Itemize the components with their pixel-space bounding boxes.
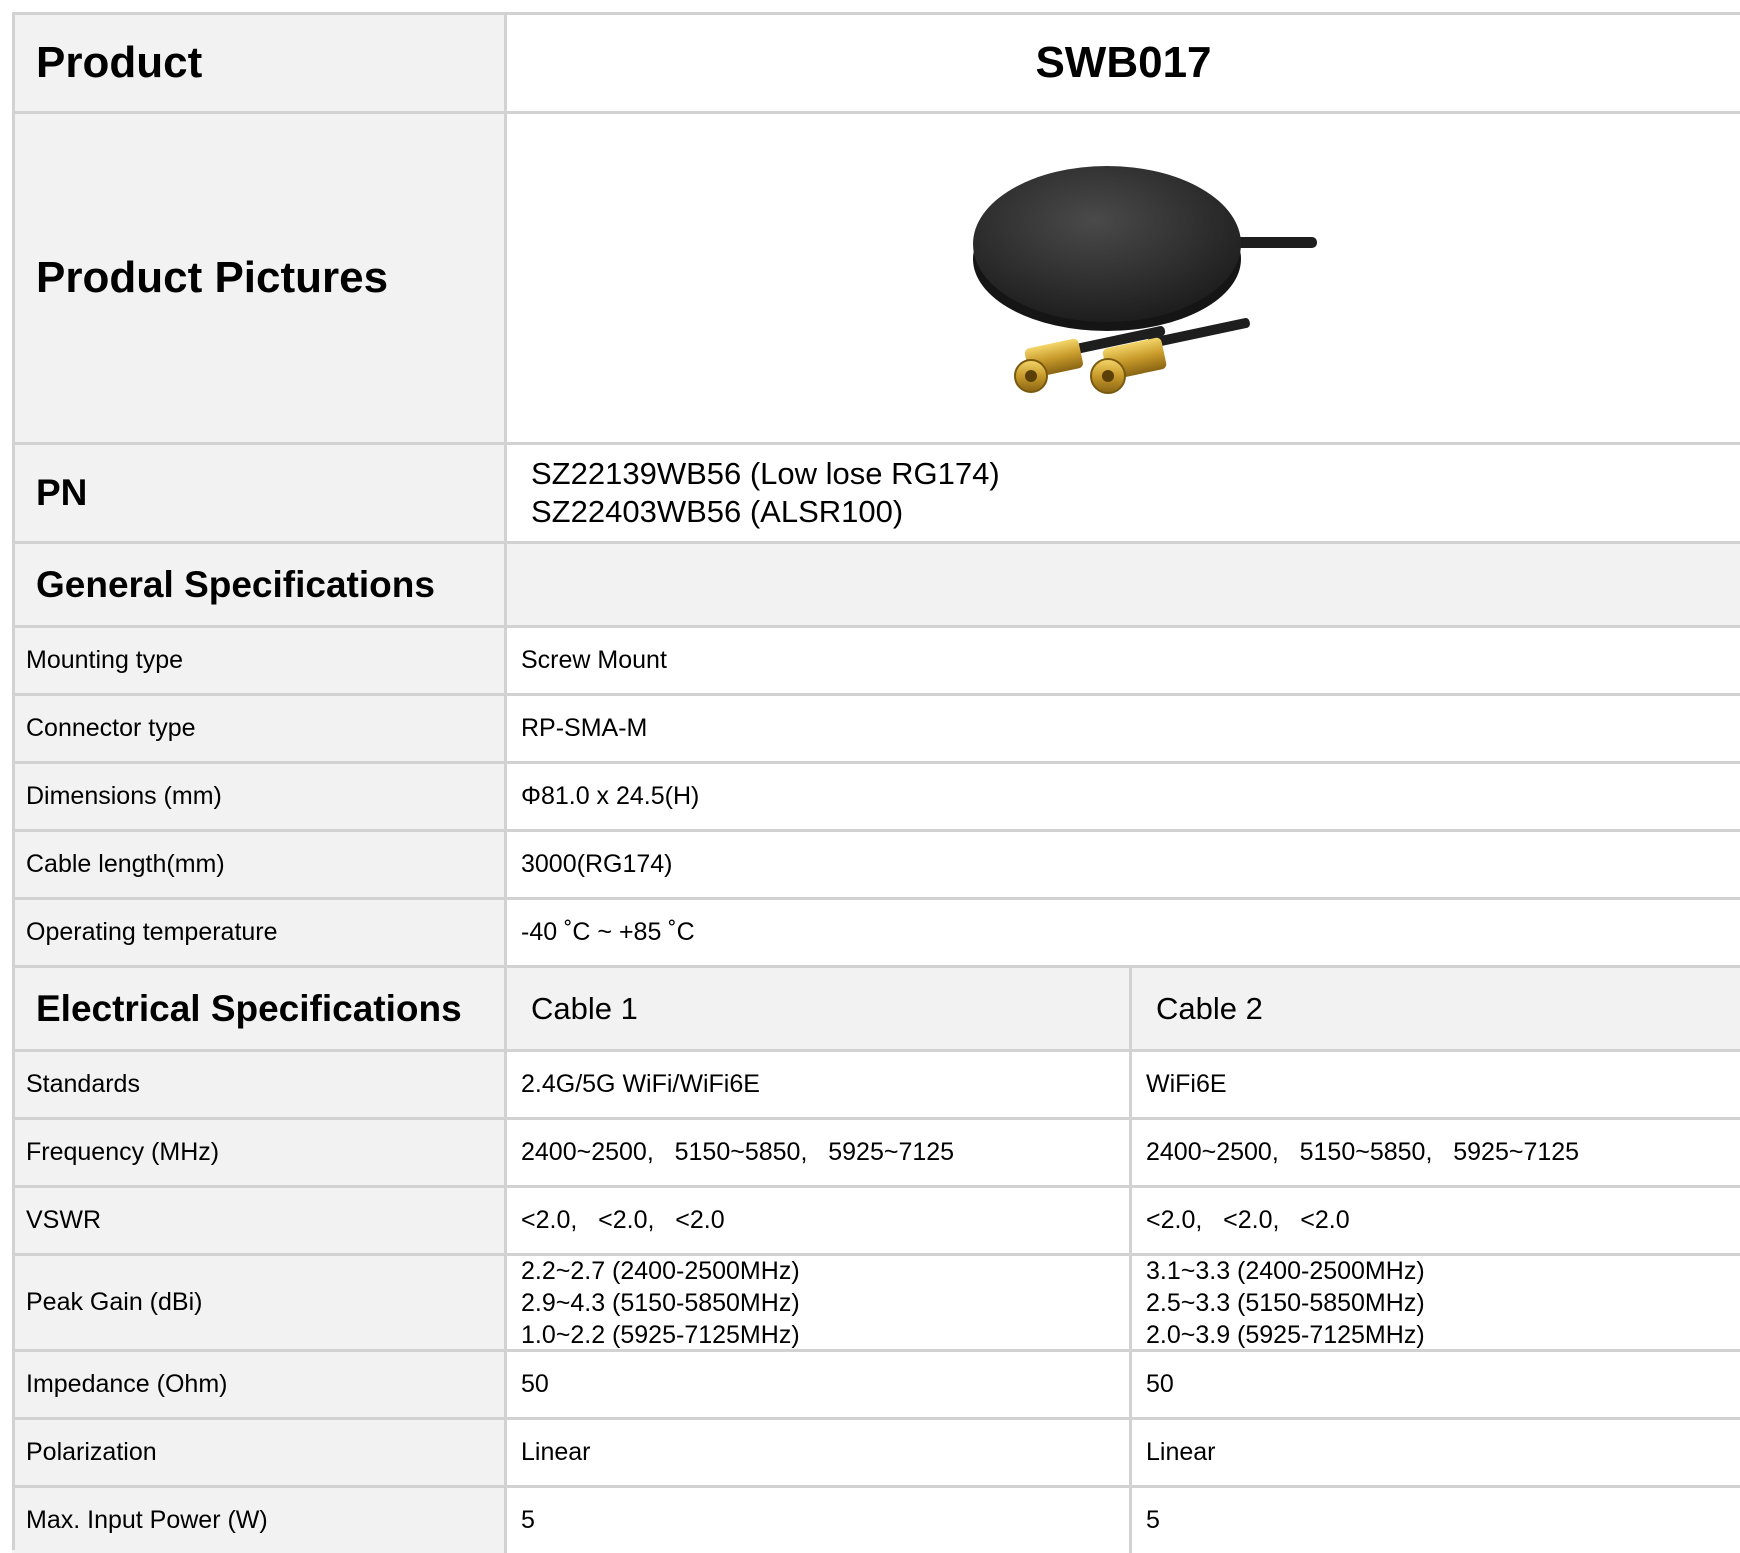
spec-label: Cable length(mm)	[12, 832, 504, 897]
spec-value: Φ81.0 x 24.5(H)	[504, 764, 1740, 829]
general-spec-heading-blank	[504, 544, 1740, 625]
spec-label: Operating temperature	[12, 900, 504, 965]
spec-label: Polarization	[12, 1420, 504, 1485]
general-spec-heading: General Specifications	[12, 544, 504, 625]
spec-label: Max. Input Power (W)	[12, 1488, 504, 1553]
product-pictures-row: Product Pictures	[12, 111, 1740, 442]
cable1-value: 2.4G/5G WiFi/WiFi6E	[504, 1052, 1129, 1117]
cable1-value: <2.0, <2.0, <2.0	[504, 1188, 1129, 1253]
electrical-spec-heading: Electrical Specifications	[12, 968, 504, 1049]
gain-line: 3.1~3.3 (2400-2500MHz)	[1146, 1256, 1425, 1285]
product-picture	[973, 166, 1317, 394]
gain-line: 1.0~2.2 (5925-7125MHz)	[521, 1320, 800, 1349]
spec-table: Product SWB017 Product Pictures PN SZ221…	[12, 12, 1740, 1553]
product-model-cell: SWB017	[504, 15, 1740, 111]
spec-label: Mounting type	[12, 628, 504, 693]
general-spec-heading-row: General Specifications	[12, 541, 1740, 625]
cable2-value: 3.1~3.3 (2400-2500MHz) 2.5~3.3 (5150-585…	[1129, 1256, 1740, 1349]
product-model: SWB017	[1035, 38, 1212, 87]
gain-line: 2.9~4.3 (5150-5850MHz)	[521, 1288, 800, 1317]
spec-label: Impedance (Ohm)	[12, 1352, 504, 1417]
spec-row: Connector type RP-SMA-M	[12, 693, 1740, 761]
electrical-spec-heading-row: Electrical Specifications Cable 1 Cable …	[12, 965, 1740, 1049]
gain-line: 2.2~2.7 (2400-2500MHz)	[521, 1256, 800, 1285]
product-picture-cell	[504, 114, 1740, 442]
pn-line: SZ22403WB56 (ALSR100)	[531, 494, 904, 529]
spec-row: Mounting type Screw Mount	[12, 625, 1740, 693]
cable2-header: Cable 2	[1129, 968, 1740, 1049]
product-row: Product SWB017	[12, 12, 1740, 111]
spec-row: VSWR <2.0, <2.0, <2.0 <2.0, <2.0, <2.0	[12, 1185, 1740, 1253]
pn-label: PN	[12, 445, 504, 541]
pn-values: SZ22139WB56 (Low lose RG174) SZ22403WB56…	[504, 445, 1740, 541]
spec-row: Standards 2.4G/5G WiFi/WiFi6E WiFi6E	[12, 1049, 1740, 1117]
cable1-header: Cable 1	[504, 968, 1129, 1049]
spec-label: Standards	[12, 1052, 504, 1117]
gain-line: 2.0~3.9 (5925-7125MHz)	[1146, 1320, 1425, 1349]
pn-line: SZ22139WB56 (Low lose RG174)	[531, 456, 1000, 491]
spec-row: Frequency (MHz) 2400~2500, 5150~5850, 59…	[12, 1117, 1740, 1185]
table-left-border	[12, 12, 15, 1550]
spec-label: Dimensions (mm)	[12, 764, 504, 829]
product-pictures-label: Product Pictures	[12, 114, 504, 442]
spec-label: Connector type	[12, 696, 504, 761]
spec-label: Frequency (MHz)	[12, 1120, 504, 1185]
cable1-value: 2400~2500, 5150~5850, 5925~7125	[504, 1120, 1129, 1185]
cable1-value: 2.2~2.7 (2400-2500MHz) 2.9~4.3 (5150-585…	[504, 1256, 1129, 1349]
spec-label: VSWR	[12, 1188, 504, 1253]
spec-value: RP-SMA-M	[504, 696, 1740, 761]
cable2-value: 2400~2500, 5150~5850, 5925~7125	[1129, 1120, 1740, 1185]
spec-label: Peak Gain (dBi)	[12, 1256, 504, 1349]
product-label: Product	[12, 15, 504, 111]
gain-line: 2.5~3.3 (5150-5850MHz)	[1146, 1288, 1425, 1317]
spec-value: Screw Mount	[504, 628, 1740, 693]
cable2-value: 5	[1129, 1488, 1740, 1553]
cable2-value: <2.0, <2.0, <2.0	[1129, 1188, 1740, 1253]
spec-row: Polarization Linear Linear	[12, 1417, 1740, 1485]
cable2-value: Linear	[1129, 1420, 1740, 1485]
spec-row: Peak Gain (dBi) 2.2~2.7 (2400-2500MHz) 2…	[12, 1253, 1740, 1349]
pn-row: PN SZ22139WB56 (Low lose RG174) SZ22403W…	[12, 442, 1740, 541]
cable2-value: 50	[1129, 1352, 1740, 1417]
cable1-value: Linear	[504, 1420, 1129, 1485]
spec-row: Dimensions (mm) Φ81.0 x 24.5(H)	[12, 761, 1740, 829]
spec-row: Cable length(mm) 3000(RG174)	[12, 829, 1740, 897]
cable2-value: WiFi6E	[1129, 1052, 1740, 1117]
spec-row: Impedance (Ohm) 50 50	[12, 1349, 1740, 1417]
cable1-value: 50	[504, 1352, 1129, 1417]
spec-value: -40 ˚C ~ +85 ˚C	[504, 900, 1740, 965]
spec-row: Max. Input Power (W) 5 5	[12, 1485, 1740, 1553]
spec-value: 3000(RG174)	[504, 832, 1740, 897]
cable1-value: 5	[504, 1488, 1129, 1553]
spec-row: Operating temperature -40 ˚C ~ +85 ˚C	[12, 897, 1740, 965]
